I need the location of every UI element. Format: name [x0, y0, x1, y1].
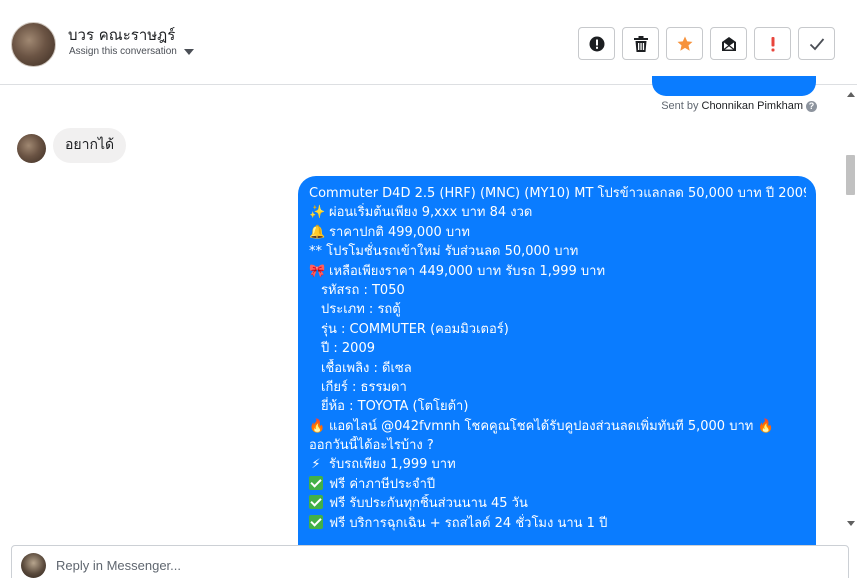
incoming-message-bubble: อยากได้: [53, 128, 127, 163]
checkmark-box-icon: [309, 475, 323, 490]
fire-icon: 🔥: [309, 418, 326, 434]
message-line: ⚡ รับรถเพียง 1,999 บาท: [309, 455, 806, 474]
reply-bar: [11, 545, 849, 578]
message-line: เชื้อเพลิง : ดีเซล: [321, 360, 412, 376]
page-avatar: [21, 553, 46, 578]
bell-icon: 🔔: [309, 224, 326, 240]
message-line: 🔥 แอดไลน์ @042fvmnh โชคคูณโชคได้รับคูปองส…: [309, 417, 806, 436]
message-line: ฟรี รับประกันทุกชิ้นส่วนนาน 45 วัน: [309, 494, 806, 513]
contact-avatar[interactable]: [11, 22, 56, 67]
message-line: ฟรี บริการฉุกเฉิน + รถสไลด์ 24 ชั่วโมง น…: [309, 514, 806, 533]
checkmark-box-icon: [309, 514, 323, 529]
help-icon[interactable]: ?: [806, 100, 817, 112]
conversation-toolbar: [578, 27, 835, 60]
sparkles-icon: ✨: [309, 205, 326, 221]
message-line: รหัสรถ : T050: [321, 282, 405, 298]
scroll-up-arrow-icon[interactable]: [847, 92, 855, 97]
outgoing-message-bubble: Commuter D4D 2.5 (HRF) (MNC) (MY10) MT โ…: [298, 176, 816, 556]
fire-icon: 🔥: [757, 418, 774, 434]
message-line: ยี่ห้อ : TOYOTA (โตโยต้า): [321, 399, 469, 415]
previous-outgoing-message-bubble: [652, 76, 816, 96]
mark-important-button[interactable]: [754, 27, 791, 60]
scrollbar-thumb[interactable]: [846, 155, 855, 195]
sent-by-prefix: Sent by: [661, 100, 699, 112]
delete-button[interactable]: [622, 27, 659, 60]
trash-icon: [633, 35, 648, 52]
mark-spam-button[interactable]: [578, 27, 615, 60]
message-line: 🎀 เหลือเพียงราคา 449,000 บาท รับรถ 1,999 …: [309, 262, 806, 281]
mark-done-button[interactable]: [798, 27, 835, 60]
message-line: ฟรี ค่าภาษีประจำปี: [309, 475, 806, 494]
conversation-scrollbar[interactable]: [844, 86, 857, 533]
message-line: ** โปรโมชั่นรถเข้าใหม่ รับส่วนลด 50,000 …: [309, 244, 579, 260]
alert-circle-icon: [589, 36, 604, 51]
assign-label: Assign this conversation: [69, 46, 177, 57]
message-line: ปี : 2009: [321, 341, 375, 357]
lightning-icon: ⚡: [311, 457, 321, 473]
scroll-down-arrow-icon[interactable]: [847, 521, 855, 526]
star-icon: [677, 36, 692, 51]
message-line: Commuter D4D 2.5 (HRF) (MNC) (MY10) MT โ…: [309, 186, 806, 201]
message-line: ออกวันนี้ได้อะไรบ้าง ?: [309, 438, 434, 454]
sender-avatar: [17, 134, 46, 163]
message-line: ✨ ผ่อนเริ่มต้นเพียง 9,xxx บาท 84 งวด: [309, 203, 806, 222]
assign-conversation-dropdown[interactable]: Assign this conversation: [69, 46, 194, 57]
message-line: เกียร์ : ธรรมดา: [321, 379, 407, 395]
sent-by-agent: Chonnikan Pimkham: [701, 100, 804, 112]
contact-name[interactable]: บวร คณะราษฎร์: [68, 23, 175, 47]
message-line: ประเภท : รถตู้: [321, 302, 401, 318]
conversation-header: บวร คณะราษฎร์ Assign this conversation: [0, 0, 857, 85]
message-line: รุ่น : COMMUTER (คอมมิวเตอร์): [321, 321, 509, 337]
message-line: 🔔 ราคาปกติ 499,000 บาท: [309, 223, 806, 242]
check-icon: [809, 37, 824, 50]
exclamation-icon: [771, 36, 774, 51]
star-button[interactable]: [666, 27, 703, 60]
caret-down-icon: [183, 48, 194, 55]
ribbon-icon: 🎀: [309, 263, 326, 279]
reply-input[interactable]: [56, 555, 836, 575]
move-to-inbox-button[interactable]: [710, 27, 747, 60]
sent-by-label: Sent by Chonnikan Pimkham ?: [661, 100, 817, 112]
checkmark-box-icon: [309, 495, 323, 510]
envelope-icon: [721, 36, 736, 51]
